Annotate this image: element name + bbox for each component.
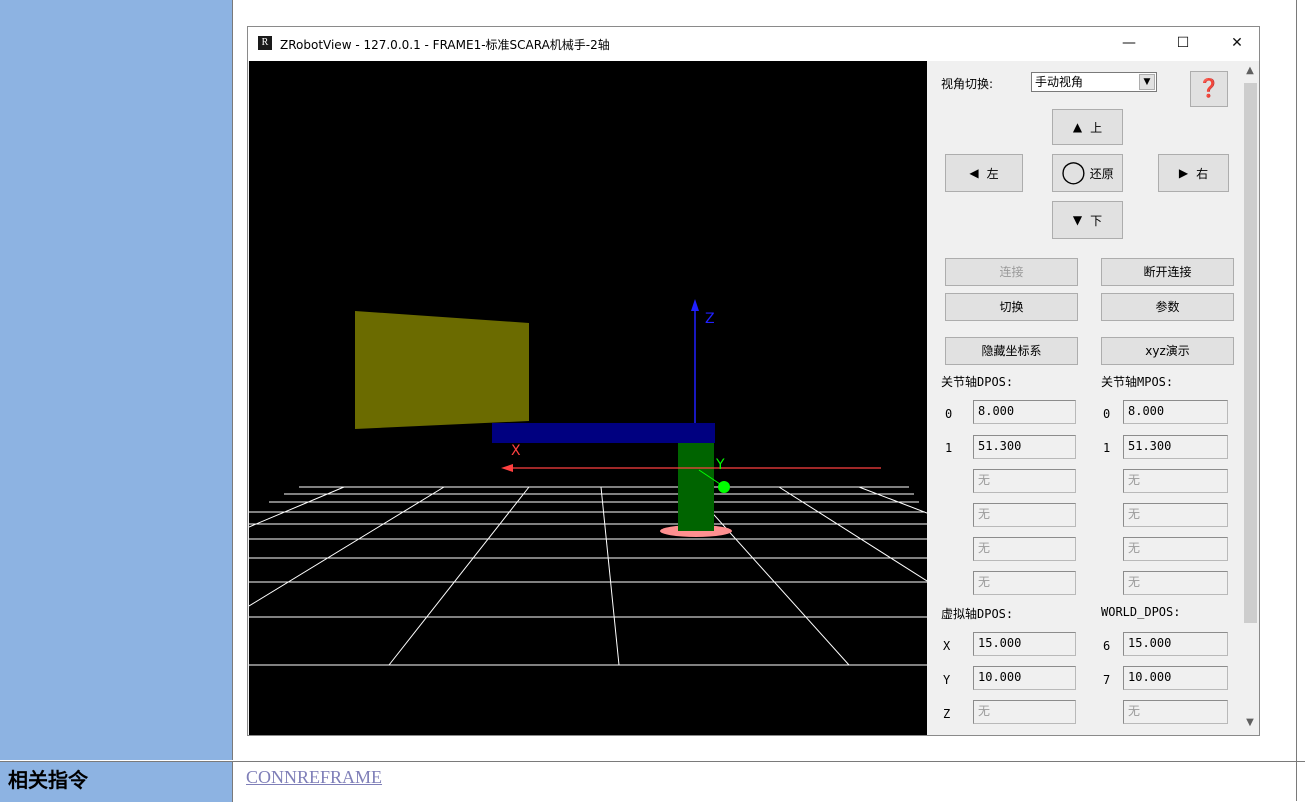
app-logo-icon: R (258, 36, 272, 50)
connreframe-link[interactable]: CONNREFRAME (246, 767, 382, 788)
virtual-dpos-field-z[interactable]: 无 (973, 700, 1076, 724)
joint-dpos-idx-1: 1 (945, 441, 953, 455)
minimize-button[interactable]: — (1106, 31, 1152, 55)
floor-grid (249, 486, 927, 666)
virtual-dpos-title: 虚拟轴DPOS: (941, 607, 1014, 621)
hide-coords-button[interactable]: 隐藏坐标系 (945, 337, 1078, 365)
world-dpos-idx-6: 6 (1103, 639, 1111, 653)
virtual-dpos-field-y[interactable]: 10.000 (973, 666, 1076, 690)
panel-scrollbar[interactable]: ▲ ▼ (1241, 61, 1259, 735)
z-axis-label: Z (705, 311, 715, 327)
robot-arm-link (492, 423, 715, 443)
control-panel: 视角切换: 手动视角 ▼ ❓ ▲ 上 ◀ 左 ◯ 还原 ▶ 右 ▼ 下 连接 断开连接 切… (928, 61, 1239, 735)
scroll-down-icon[interactable]: ▼ (1241, 715, 1259, 731)
joint-mpos-field-4[interactable]: 无 (1123, 537, 1228, 561)
switch-button[interactable]: 切换 (945, 293, 1078, 321)
doc-table-border (1296, 0, 1297, 801)
xyz-demo-button[interactable]: xyz演示 (1101, 337, 1234, 365)
view-right-label: 右 (1196, 166, 1209, 181)
chevron-down-icon[interactable]: ▼ (1139, 74, 1155, 90)
help-icon: ❓ (1197, 78, 1221, 99)
world-dpos-title: WORLD_DPOS: (1101, 605, 1181, 619)
triangle-up-icon: ▲ (1072, 120, 1083, 134)
x-axis-label: X (511, 443, 521, 459)
joint-mpos-field-0[interactable]: 8.000 (1123, 400, 1228, 424)
view-down-button[interactable]: ▼ 下 (1052, 201, 1123, 239)
connect-button[interactable]: 连接 (945, 258, 1078, 286)
joint-mpos-field-1[interactable]: 51.300 (1123, 435, 1228, 459)
world-dpos-field-6[interactable]: 15.000 (1123, 632, 1228, 656)
view-left-button[interactable]: ◀ 左 (945, 154, 1023, 192)
view-down-label: 下 (1090, 213, 1103, 228)
view-up-button[interactable]: ▲ 上 (1052, 109, 1123, 145)
triangle-right-icon: ▶ (1178, 166, 1189, 180)
virtual-dpos-idx-z: Z (943, 707, 951, 721)
y-axis-label: Y (715, 457, 725, 473)
robot-3d-viewport[interactable]: Z X Y (249, 61, 927, 735)
close-button[interactable]: ✕ (1214, 31, 1260, 55)
joint-dpos-field-1[interactable]: 51.300 (973, 435, 1076, 459)
maximize-button[interactable]: ☐ (1160, 31, 1206, 55)
disconnect-button[interactable]: 断开连接 (1101, 258, 1234, 286)
view-switch-label: 视角切换: (941, 77, 994, 91)
joint-dpos-idx-0: 0 (945, 407, 953, 421)
world-dpos-idx-7: 7 (1103, 673, 1111, 687)
view-up-label: 上 (1090, 120, 1103, 135)
triangle-left-icon: ◀ (969, 166, 979, 180)
joint-mpos-title: 关节轴MPOS: (1101, 375, 1174, 389)
circle-icon: ◯ (1061, 160, 1086, 185)
end-effector-marker (718, 481, 730, 493)
joint-dpos-field-4[interactable]: 无 (973, 537, 1076, 561)
title-bar[interactable]: R ZRobotView - 127.0.0.1 - FRAME1-标准SCAR… (248, 27, 1259, 61)
joint-dpos-title: 关节轴DPOS: (941, 375, 1014, 389)
doc-left-cell (0, 0, 233, 760)
triangle-down-icon: ▼ (1072, 213, 1083, 227)
joint-mpos-idx-1: 1 (1103, 441, 1111, 455)
joint-dpos-field-2[interactable]: 无 (973, 469, 1076, 493)
z-axis-arrow (691, 299, 699, 311)
joint-mpos-idx-0: 0 (1103, 407, 1111, 421)
scroll-up-icon[interactable]: ▲ (1241, 63, 1259, 79)
joint-dpos-field-5[interactable]: 无 (973, 571, 1076, 595)
doc-right-cell-related (233, 761, 1305, 802)
params-button[interactable]: 参数 (1101, 293, 1234, 321)
world-dpos-field-8[interactable]: 无 (1123, 700, 1228, 724)
scroll-thumb[interactable] (1244, 83, 1257, 623)
view-select[interactable]: 手动视角 ▼ (1031, 72, 1157, 92)
virtual-dpos-idx-x: X (943, 639, 951, 653)
virtual-dpos-idx-y: Y (943, 673, 951, 687)
joint-dpos-field-3[interactable]: 无 (973, 503, 1076, 527)
joint-dpos-field-0[interactable]: 8.000 (973, 400, 1076, 424)
virtual-dpos-field-x[interactable]: 15.000 (973, 632, 1076, 656)
view-select-value: 手动视角 (1035, 75, 1084, 89)
view-left-label: 左 (986, 166, 999, 181)
view-reset-label: 还原 (1089, 166, 1114, 181)
joint-mpos-field-5[interactable]: 无 (1123, 571, 1228, 595)
joint-mpos-field-3[interactable]: 无 (1123, 503, 1228, 527)
help-button[interactable]: ❓ (1190, 71, 1228, 107)
view-right-button[interactable]: ▶ 右 (1158, 154, 1229, 192)
related-commands-label: 相关指令 (8, 768, 88, 792)
world-dpos-field-7[interactable]: 10.000 (1123, 666, 1228, 690)
scene-canvas: Z X Y (249, 299, 927, 666)
workpiece-block (355, 311, 529, 429)
joint-mpos-field-2[interactable]: 无 (1123, 469, 1228, 493)
x-axis-arrow (501, 464, 513, 472)
robot-column (678, 441, 714, 531)
window-title: ZRobotView - 127.0.0.1 - FRAME1-标准SCARA机… (280, 38, 610, 52)
zrobotview-window: R ZRobotView - 127.0.0.1 - FRAME1-标准SCAR… (247, 26, 1260, 736)
view-reset-button[interactable]: ◯ 还原 (1052, 154, 1123, 192)
